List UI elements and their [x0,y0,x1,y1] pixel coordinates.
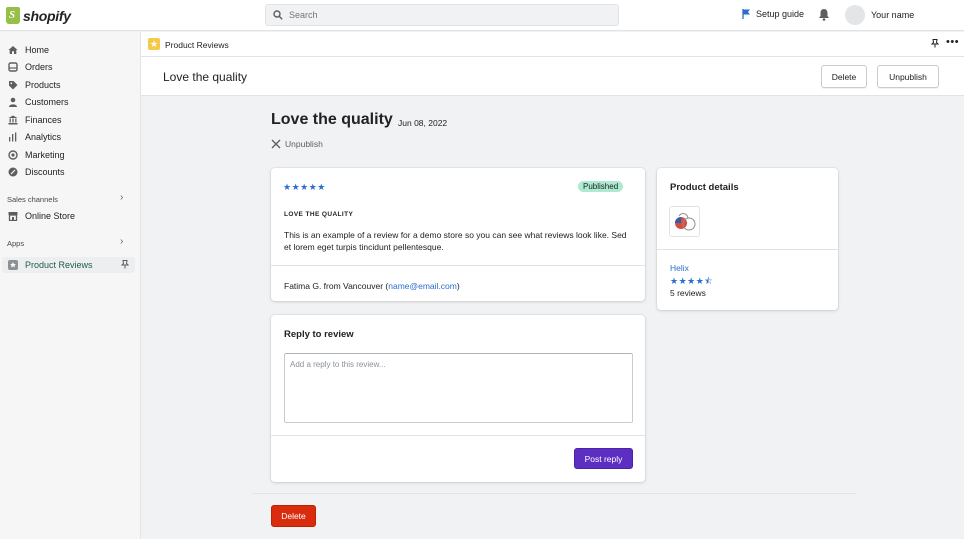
person-icon [8,97,18,107]
user-menu[interactable]: Your name [845,5,914,25]
flag-icon [742,9,750,19]
divider [271,435,645,436]
target-icon [8,150,18,160]
sidebar-item-label: Marketing [25,150,65,160]
chevron-right-icon[interactable]: › [120,236,123,247]
reply-textarea[interactable] [284,353,633,423]
author-email-link[interactable]: name@email.com [388,281,457,291]
sidebar-item-label: Orders [25,62,53,72]
sidebar-item-finances[interactable]: Finances [0,112,135,128]
avatar [845,5,865,25]
unpublish-button[interactable]: Unpublish [877,65,939,88]
sidebar-item-label: Products [25,80,61,90]
shopify-logo[interactable]: shopify [6,6,71,25]
review-date: Jun 08, 2022 [398,118,448,128]
sidebar-item-discounts[interactable]: Discounts [0,164,135,180]
unpublish-link[interactable]: Unpublish [271,139,323,149]
pin-icon[interactable] [930,39,940,50]
sidebar-item-home[interactable]: Home [0,42,135,58]
reviews-count: 5 reviews [670,288,706,298]
search-icon [273,10,283,20]
sidebar-item-orders[interactable]: Orders [0,59,135,75]
product-details-title: Product details [670,182,739,193]
author-text: Fatima G. from Vancouver ( [284,281,389,291]
sidebar-item-online-store[interactable]: Online Store [0,208,135,224]
sidebar-item-label: Discounts [25,167,65,177]
apps-label: Apps [7,239,25,248]
top-bar: shopify Setup guide Your name [0,0,964,31]
unpublish-link-label: Unpublish [285,139,323,149]
sidebar-item-label: Product Reviews [25,260,93,270]
close-icon [271,139,281,149]
sidebar-item-product-reviews[interactable]: Product Reviews [2,257,135,273]
sidebar-item-customers[interactable]: Customers [0,94,135,110]
sidebar-item-marketing[interactable]: Marketing [0,147,135,163]
sidebar-item-label: Home [25,45,50,55]
search-input[interactable] [289,10,589,20]
divider [253,493,856,494]
tag-icon [8,80,18,90]
title-bar: Love the quality Delete Unpublish [141,57,964,96]
delete-review-button[interactable]: Delete [271,505,316,527]
user-name: Your name [871,10,915,20]
review-card: ★★★★★ Published LOVE THE QUALITY This is… [271,168,645,301]
sidebar-item-label: Customers [25,97,69,107]
author-suffix: ) [456,281,460,291]
setup-guide-button[interactable]: Setup guide [742,9,804,19]
app-title: Product Reviews [165,40,229,50]
product-details-card: Product details Helix ★★★★⯪ 5 reviews [657,168,838,310]
product-image-icon [675,213,696,231]
sidebar-item-label: Finances [25,115,62,125]
sidebar-item-analytics[interactable]: Analytics [0,129,135,145]
pin-icon[interactable] [120,260,130,271]
store-icon [8,211,18,221]
rating-stars: ★★★★★ [283,182,326,192]
product-link[interactable]: Helix [670,263,689,273]
home-icon [8,45,18,55]
search-bar[interactable] [265,4,619,26]
product-thumbnail[interactable] [669,206,700,237]
notifications-button[interactable] [818,8,830,23]
bar-chart-icon [8,132,18,142]
delete-button[interactable]: Delete [821,65,867,88]
review-author: Fatima G. from Vancouver (name@email.com… [284,281,460,291]
sidebar-item-products[interactable]: Products [0,77,135,93]
page-header-title: Love the quality [163,70,248,84]
brand-name: shopify [23,7,71,24]
more-options-icon[interactable]: ••• [946,36,959,48]
bank-icon [8,115,18,125]
sidebar-item-label: Online Store [25,211,76,221]
star-icon: ★ [148,38,160,50]
chevron-right-icon[interactable]: › [120,192,123,203]
status-badge: Published [578,181,624,192]
page-title: Love the quality [271,111,393,128]
post-reply-button[interactable]: Post reply [574,448,633,469]
orders-icon [8,62,18,72]
reply-card: Reply to review Post reply [271,315,645,482]
discount-icon [8,167,18,177]
divider [271,265,645,266]
sidebar: Home Orders Products Customers Finances … [0,32,141,539]
setup-guide-label: Setup guide [756,9,805,19]
review-heading: LOVE THE QUALITY [284,211,354,218]
divider [657,249,838,250]
shopify-bag-icon [6,7,20,24]
app-header: ★ Product Reviews ••• [141,32,964,57]
bell-icon [819,9,829,21]
review-body: This is an example of a review for a dem… [284,230,627,252]
sales-channels-label: Sales channels [7,195,58,204]
sidebar-item-label: Analytics [25,132,62,142]
reviews-app-icon [8,260,18,270]
reply-title: Reply to review [284,329,354,340]
